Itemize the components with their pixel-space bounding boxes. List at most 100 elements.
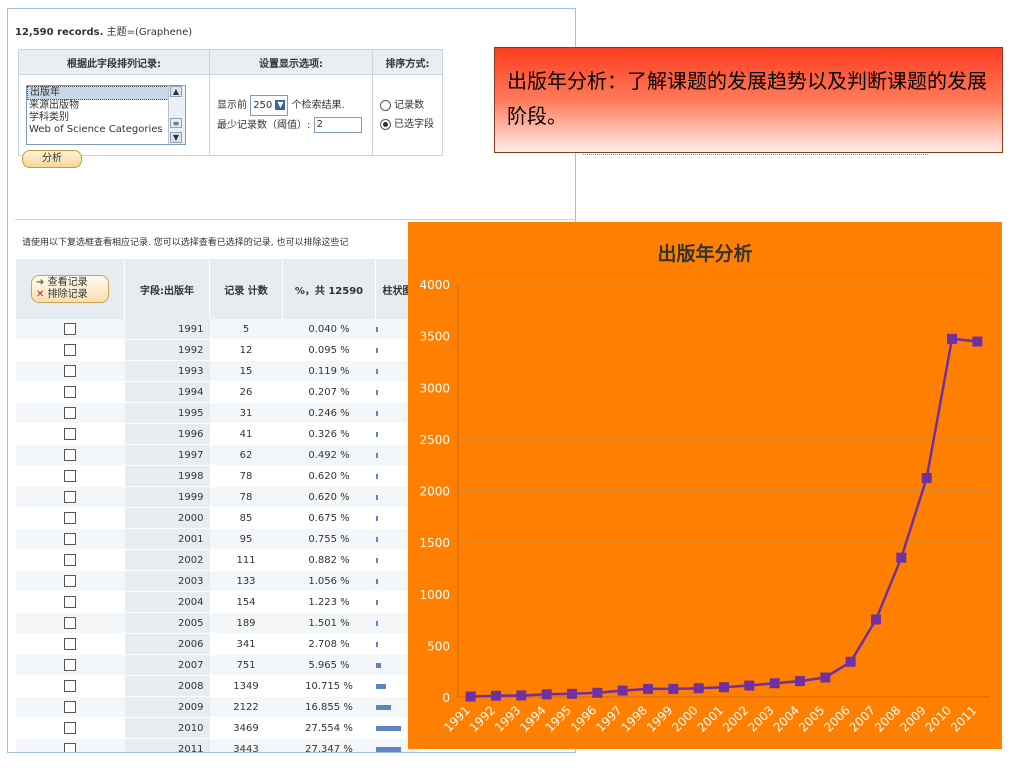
radio-selected-icon[interactable] <box>380 118 391 130</box>
arrow-right-icon: ➜ <box>36 277 45 288</box>
row-checkbox[interactable] <box>64 449 77 461</box>
row-count: 31 <box>209 402 283 424</box>
row-bar <box>375 368 378 374</box>
callout-box: 出版年分析：了解课题的发展趋势以及判断课题的发展阶段。 <box>494 47 1003 153</box>
min-records-label: 最少记录数（阈值）: <box>217 120 311 131</box>
scroll-down-icon[interactable]: ▼ <box>170 132 182 143</box>
row-year: 2006 <box>124 633 210 655</box>
row-checkbox[interactable] <box>64 638 77 650</box>
row-pct: 27.347 % <box>282 738 376 752</box>
field-option[interactable]: 出版年 <box>27 86 185 100</box>
listbox-scrollbar[interactable]: ▲ ≡ ▼ <box>168 86 185 144</box>
row-checkbox[interactable] <box>64 722 77 734</box>
sort-by-record-option[interactable]: 记录数 <box>380 96 441 115</box>
row-count: 751 <box>209 654 283 676</box>
display-options-header: 设置显示选项: <box>209 49 373 75</box>
row-year: 1999 <box>124 486 210 508</box>
chart-background <box>408 222 1002 749</box>
exclude-records-button[interactable]: ✕ 排除记录 <box>36 289 104 301</box>
row-checkbox[interactable] <box>64 491 77 503</box>
row-checkbox[interactable] <box>64 512 77 524</box>
sort-by-field-option[interactable]: 已选字段 <box>380 115 441 134</box>
row-checkbox[interactable] <box>64 701 77 713</box>
row-pct: 0.675 % <box>282 507 376 529</box>
row-checkbox[interactable] <box>64 659 77 671</box>
data-point <box>845 656 856 667</box>
row-checkbox[interactable] <box>64 617 77 629</box>
row-year: 2004 <box>124 591 210 613</box>
row-year: 1993 <box>124 360 210 382</box>
data-point <box>769 678 780 689</box>
row-checkbox[interactable] <box>64 407 77 419</box>
field-option[interactable]: 学科类别 <box>27 112 185 124</box>
row-checkbox[interactable] <box>64 470 77 482</box>
row-checkbox[interactable] <box>64 323 77 335</box>
row-count: 3443 <box>209 738 283 752</box>
row-bar <box>375 536 378 542</box>
table-row: 1997 62 0.492 % <box>16 444 420 466</box>
field-header: 根据此字段排列记录: <box>18 49 210 75</box>
row-checkbox[interactable] <box>64 743 77 752</box>
data-point <box>617 685 628 696</box>
row-pct: 0.119 % <box>282 360 376 382</box>
row-pct: 0.882 % <box>282 549 376 571</box>
data-point <box>668 683 679 694</box>
field-option[interactable]: 来源出版物 <box>27 100 185 112</box>
row-year: 2010 <box>124 717 210 739</box>
data-point <box>947 333 957 344</box>
data-point <box>491 690 501 701</box>
data-point <box>871 614 881 625</box>
table-row: 2002 111 0.882 % <box>16 549 420 571</box>
row-checkbox[interactable] <box>64 680 77 692</box>
row-bar <box>375 326 378 332</box>
view-records-label: 查看记录 <box>47 277 88 288</box>
exclude-records-label: 排除记录 <box>47 289 88 300</box>
table-row: 1993 15 0.119 % <box>16 360 420 382</box>
y-tick-label: 2000 <box>419 485 450 499</box>
chevron-down-icon[interactable]: ▼ <box>275 100 286 110</box>
view-exclude-button[interactable]: ➜ 查看记录 ✕ 排除记录 <box>31 275 109 303</box>
row-checkbox[interactable] <box>64 386 77 398</box>
scroll-up-icon[interactable]: ▲ <box>170 86 182 97</box>
y-tick-label: 1000 <box>419 588 450 602</box>
table-row: 1992 12 0.095 % <box>16 339 420 361</box>
row-pct: 0.246 % <box>282 402 376 424</box>
row-pct: 16.855 % <box>282 696 376 718</box>
row-pct: 0.755 % <box>282 528 376 550</box>
row-checkbox[interactable] <box>64 596 77 608</box>
row-count: 41 <box>209 423 283 445</box>
table-row: 1996 41 0.326 % <box>16 423 420 445</box>
radio-icon[interactable] <box>380 99 391 111</box>
row-checkbox[interactable] <box>64 533 77 545</box>
col-field-header: 字段:出版年 <box>124 259 210 319</box>
field-option[interactable]: Web of Science Categories <box>27 124 185 136</box>
row-count: 85 <box>209 507 283 529</box>
row-bar <box>375 704 391 710</box>
row-checkbox[interactable] <box>64 365 77 377</box>
table-row: 1991 5 0.040 % <box>16 319 420 340</box>
table-row: 2003 133 1.056 % <box>16 570 420 592</box>
min-records-input[interactable]: 2 <box>313 117 362 133</box>
row-year: 2000 <box>124 507 210 529</box>
record-summary: 12,590 records. 主题=(Graphene) <box>15 23 192 38</box>
row-pct: 0.326 % <box>282 423 376 445</box>
y-tick-label: 500 <box>427 639 450 653</box>
row-checkbox[interactable] <box>64 344 77 356</box>
view-records-button[interactable]: ➜ 查看记录 <box>36 277 104 289</box>
callout-underline <box>583 154 928 155</box>
field-listbox[interactable]: 出版年 来源出版物 学科类别 Web of Science Categories… <box>26 85 186 145</box>
row-count: 5 <box>209 319 283 340</box>
row-bar <box>375 389 378 395</box>
row-count: 78 <box>209 465 283 487</box>
data-point <box>972 336 983 347</box>
row-pct: 5.965 % <box>282 654 376 676</box>
row-pct: 1.501 % <box>282 612 376 634</box>
scroll-thumb[interactable]: ≡ <box>170 118 182 128</box>
analyze-button[interactable]: 分析 <box>22 150 82 168</box>
row-checkbox[interactable] <box>64 428 77 440</box>
row-count: 189 <box>209 612 283 634</box>
row-checkbox[interactable] <box>64 554 77 566</box>
row-count: 341 <box>209 633 283 655</box>
show-count-select[interactable]: 250 ▼ <box>250 95 289 116</box>
row-checkbox[interactable] <box>64 575 77 587</box>
